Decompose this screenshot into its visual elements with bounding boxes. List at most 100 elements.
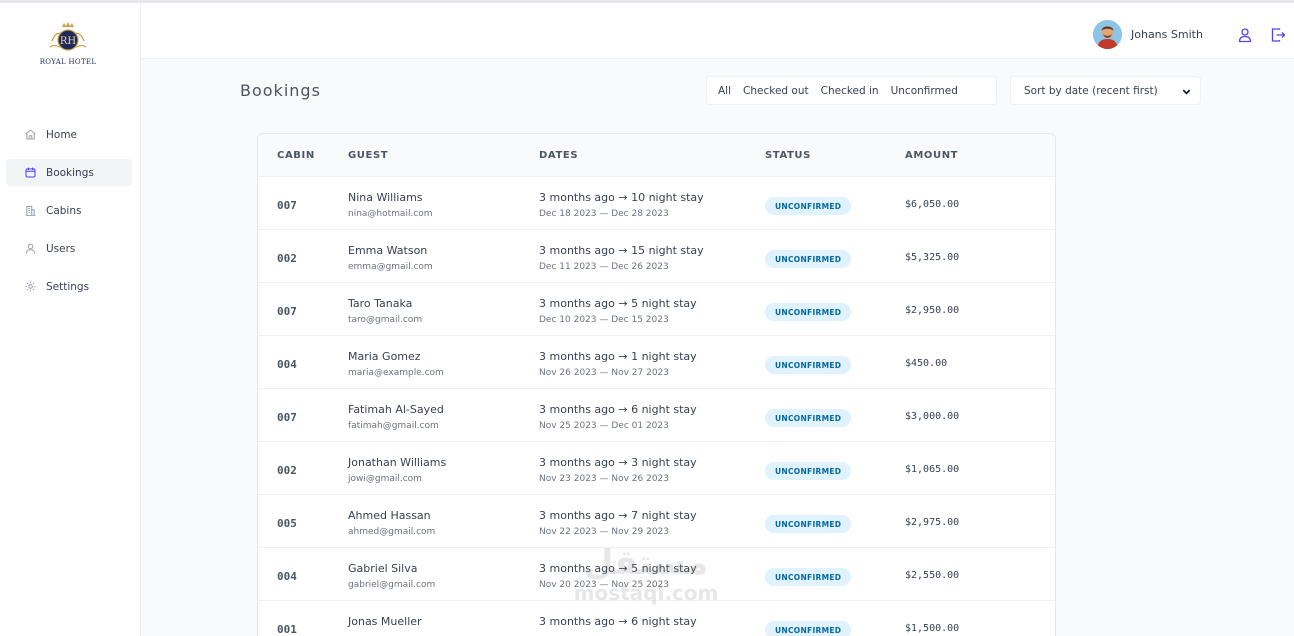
stay-summary: 3 months ago → 6 night stay — [539, 403, 697, 416]
guest-name: Emma Watson — [348, 244, 428, 257]
date-range: Nov 22 2023 — Nov 29 2023 — [539, 527, 670, 537]
home-icon — [25, 129, 36, 140]
cabin-number: 001 — [277, 623, 297, 636]
guest-name: Fatimah Al-Sayed — [348, 403, 444, 416]
chevron-down-icon — [1182, 89, 1191, 95]
column-header-guest: GUEST — [348, 150, 389, 161]
table-header: CABIN GUEST DATES STATUS AMOUNT — [258, 134, 1055, 177]
table-row[interactable]: 004 Gabriel Silva gabriel@gmail.com 3 mo… — [258, 548, 1055, 601]
status-badge: UNCONFIRMED — [765, 303, 852, 321]
cabin-number: 005 — [277, 517, 297, 530]
table-row[interactable]: 007 Taro Tanaka taro@gmail.com 3 months … — [258, 283, 1055, 336]
date-range: Nov 20 2023 — Nov 25 2023 — [539, 580, 670, 590]
date-range: Nov 25 2023 — Dec 01 2023 — [539, 421, 669, 431]
account-icon[interactable] — [1237, 27, 1253, 43]
cabin-number: 002 — [277, 252, 297, 265]
status-badge: UNCONFIRMED — [765, 356, 852, 374]
guest-email: fatimah@gmail.com — [348, 421, 439, 431]
sidebar: RH ROYAL HOTEL · · · · · · · · · · Home … — [0, 3, 141, 636]
avatar[interactable] — [1093, 20, 1122, 49]
cabin-number: 002 — [277, 464, 297, 477]
sidebar-item-label: Settings — [46, 280, 90, 293]
status-badge: UNCONFIRMED — [765, 568, 852, 586]
cabin-number: 004 — [277, 358, 297, 371]
guest-name: Gabriel Silva — [348, 562, 418, 575]
cabin-number: 007 — [277, 305, 297, 318]
guest-email: maria@example.com — [348, 368, 444, 378]
stay-summary: 3 months ago → 5 night stay — [539, 297, 697, 310]
table-row[interactable]: 002 Jonathan Williams jowi@gmail.com 3 m… — [258, 442, 1055, 495]
table-row[interactable]: 001 Jonas Mueller 3 months ago → 6 night… — [258, 601, 1055, 636]
sidebar-item-label: Users — [46, 242, 76, 255]
guest-name: Ahmed Hassan — [348, 509, 431, 522]
guest-email: gabriel@gmail.com — [348, 580, 436, 590]
cabin-number: 007 — [277, 199, 297, 212]
stay-summary: 3 months ago → 15 night stay — [539, 244, 704, 257]
status-badge: UNCONFIRMED — [765, 462, 852, 480]
status-badge: UNCONFIRMED — [765, 250, 852, 268]
gear-icon — [25, 281, 36, 292]
date-range: Nov 23 2023 — Nov 26 2023 — [539, 474, 670, 484]
status-filter: All Checked out Checked in Unconfirmed — [706, 76, 997, 105]
sidebar-item-settings[interactable]: Settings — [6, 273, 132, 300]
user-icon — [25, 243, 36, 254]
guest-email: emma@gmail.com — [348, 262, 433, 272]
sidebar-item-users[interactable]: Users — [6, 235, 132, 262]
date-range: Dec 18 2023 — Dec 28 2023 — [539, 209, 669, 219]
filter-checked-out-button[interactable]: Checked out — [737, 80, 815, 102]
table-row[interactable]: 007 Fatimah Al-Sayed fatimah@gmail.com 3… — [258, 389, 1055, 442]
date-range: Dec 10 2023 — Dec 15 2023 — [539, 315, 669, 325]
sidebar-item-label: Cabins — [46, 204, 82, 217]
building-icon — [25, 205, 36, 216]
guest-name: Jonathan Williams — [348, 456, 447, 469]
stay-summary: 3 months ago → 6 night stay — [539, 615, 697, 628]
booking-amount: $2,950.00 — [905, 305, 960, 316]
status-badge: UNCONFIRMED — [765, 409, 852, 427]
booking-amount: $6,050.00 — [905, 199, 960, 210]
sidebar-item-cabins[interactable]: Cabins — [6, 197, 132, 224]
page-title: Bookings — [240, 81, 321, 100]
date-range: Dec 11 2023 — Dec 26 2023 — [539, 262, 669, 272]
guest-email: ahmed@gmail.com — [348, 527, 436, 537]
booking-amount: $1,500.00 — [905, 623, 960, 634]
booking-amount: $1,065.00 — [905, 464, 960, 475]
logo-name: ROYAL HOTEL — [39, 58, 97, 66]
status-badge: UNCONFIRMED — [765, 621, 852, 636]
sidebar-item-label: Home — [46, 128, 78, 141]
filter-all-button[interactable]: All — [712, 80, 737, 102]
logo-monogram: RH — [60, 36, 77, 47]
status-badge: UNCONFIRMED — [765, 515, 852, 533]
sidebar-nav: Home Bookings Cabins Users Settings — [6, 121, 132, 311]
booking-amount: $450.00 — [905, 358, 948, 369]
sidebar-item-home[interactable]: Home — [6, 121, 132, 148]
column-header-cabin: CABIN — [277, 150, 315, 161]
table-row[interactable]: 005 Ahmed Hassan ahmed@gmail.com 3 month… — [258, 495, 1055, 548]
table-row[interactable]: 002 Emma Watson emma@gmail.com 3 months … — [258, 230, 1055, 283]
booking-amount: $2,550.00 — [905, 570, 960, 581]
user-name: Johans Smith — [1131, 28, 1203, 41]
stay-summary: 3 months ago → 10 night stay — [539, 191, 704, 204]
guest-name: Nina Williams — [348, 191, 423, 204]
top-header: Johans Smith — [141, 3, 1294, 59]
filter-unconfirmed-button[interactable]: Unconfirmed — [885, 80, 964, 102]
stay-summary: 3 months ago → 7 night stay — [539, 509, 697, 522]
date-range: Nov 26 2023 — Nov 27 2023 — [539, 368, 670, 378]
table-row[interactable]: 004 Maria Gomez maria@example.com 3 mont… — [258, 336, 1055, 389]
stay-summary: 3 months ago → 5 night stay — [539, 562, 697, 575]
sidebar-item-bookings[interactable]: Bookings — [6, 159, 132, 186]
guest-name: Jonas Mueller — [348, 615, 422, 628]
logo-tagline-ornament: · · · · · · · · · · — [53, 66, 83, 70]
column-header-amount: AMOUNT — [905, 150, 959, 161]
hotel-logo[interactable]: RH ROYAL HOTEL · · · · · · · · · · — [30, 21, 106, 81]
guest-name: Maria Gomez — [348, 350, 421, 363]
guest-email: nina@hotmail.com — [348, 209, 433, 219]
filter-checked-in-button[interactable]: Checked in — [815, 80, 885, 102]
stay-summary: 3 months ago → 1 night stay — [539, 350, 697, 363]
logout-icon[interactable] — [1270, 27, 1286, 43]
booking-amount: $2,975.00 — [905, 517, 960, 528]
status-badge: UNCONFIRMED — [765, 197, 852, 215]
cabin-number: 004 — [277, 570, 297, 583]
sidebar-item-label: Bookings — [46, 166, 94, 179]
table-row[interactable]: 007 Nina Williams nina@hotmail.com 3 mon… — [258, 177, 1055, 230]
sort-select[interactable]: Sort by date (recent first) — [1010, 76, 1201, 105]
